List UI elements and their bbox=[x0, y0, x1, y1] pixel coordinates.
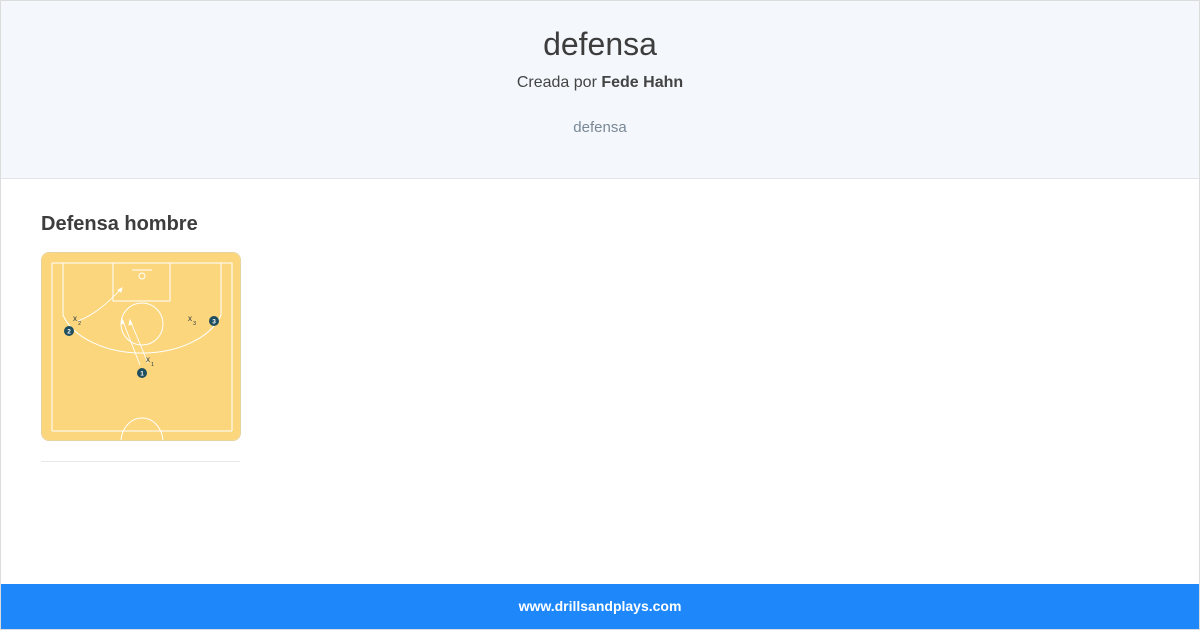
site-link[interactable]: www.drillsandplays.com bbox=[519, 598, 682, 614]
defender-3-label: x bbox=[188, 314, 192, 323]
play-diagram-card[interactable]: 1 2 3 x 1 x 2 x 3 bbox=[41, 252, 241, 441]
author-name[interactable]: Fede Hahn bbox=[601, 74, 683, 91]
defender-2-sub: 2 bbox=[78, 321, 81, 327]
player-1-label: 1 bbox=[140, 371, 144, 378]
court-diagram: 1 2 3 x 1 x 2 x 3 bbox=[42, 253, 240, 440]
player-2-label: 2 bbox=[67, 329, 71, 336]
page-title: defensa bbox=[543, 26, 657, 62]
byline-prefix: Creada por bbox=[516, 74, 597, 91]
defender-2-label: x bbox=[73, 314, 77, 323]
defender-1-label: x bbox=[146, 355, 150, 364]
player-3-label: 3 bbox=[212, 319, 216, 326]
defender-3-sub: 3 bbox=[193, 321, 196, 327]
section-title: Defensa hombre bbox=[41, 213, 198, 235]
defender-1-sub: 1 bbox=[151, 362, 154, 368]
byline: Creada por Fede Hahn bbox=[1, 74, 1199, 92]
footer-bar: www.drillsandplays.com bbox=[1, 584, 1199, 629]
card-divider bbox=[41, 461, 240, 462]
page-header: defensa Creada por Fede Hahn defensa bbox=[1, 1, 1199, 179]
tag-link[interactable]: defensa bbox=[1, 119, 1199, 136]
